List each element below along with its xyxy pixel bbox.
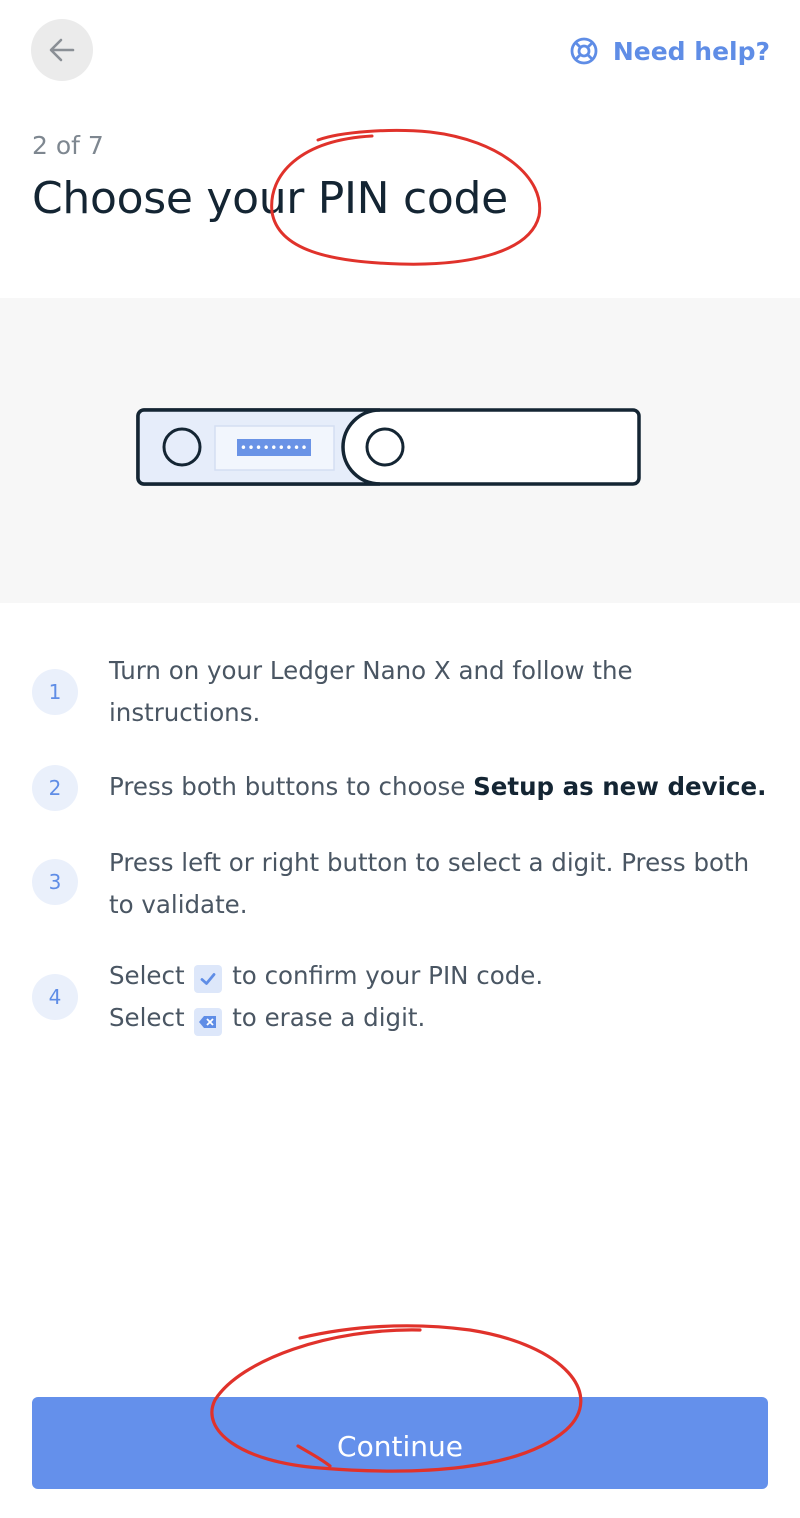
step-text: Turn on your Ledger Nano X and follow th… [109, 656, 633, 727]
page-title: Choose your PIN code [32, 173, 508, 224]
device-illustration: ••••••••• [0, 298, 800, 603]
arrow-left-icon [49, 38, 75, 62]
backspace-icon [194, 1008, 223, 1036]
step-text: Press both buttons to choose Setup as ne… [109, 766, 774, 808]
step-text: Select to confirm your PIN code. Select … [109, 955, 774, 1039]
step-counter: 2 of 7 [32, 131, 104, 160]
step-text-plain: Press both buttons to choose [109, 772, 474, 801]
red-annotation-marks [210, 128, 583, 1473]
need-help-label: Need help? [612, 36, 770, 66]
back-button[interactable] [31, 19, 93, 81]
lifebuoy-icon [569, 36, 599, 66]
step-number: 3 [32, 859, 78, 905]
checkmark-icon [194, 965, 223, 993]
device-left-button [162, 427, 202, 467]
device-right-button [365, 427, 405, 467]
continue-button[interactable]: Continue [32, 1397, 768, 1489]
device-screen-text: ••••••••• [240, 441, 308, 455]
step-text: Press left or right button to select a d… [109, 848, 750, 919]
step-number: 1 [32, 669, 78, 715]
setup-as-new-device-text: Setup as new device. [473, 772, 767, 801]
step-number: 4 [32, 974, 78, 1020]
step-number: 2 [32, 765, 78, 811]
need-help-link[interactable]: Need help? [569, 33, 770, 69]
